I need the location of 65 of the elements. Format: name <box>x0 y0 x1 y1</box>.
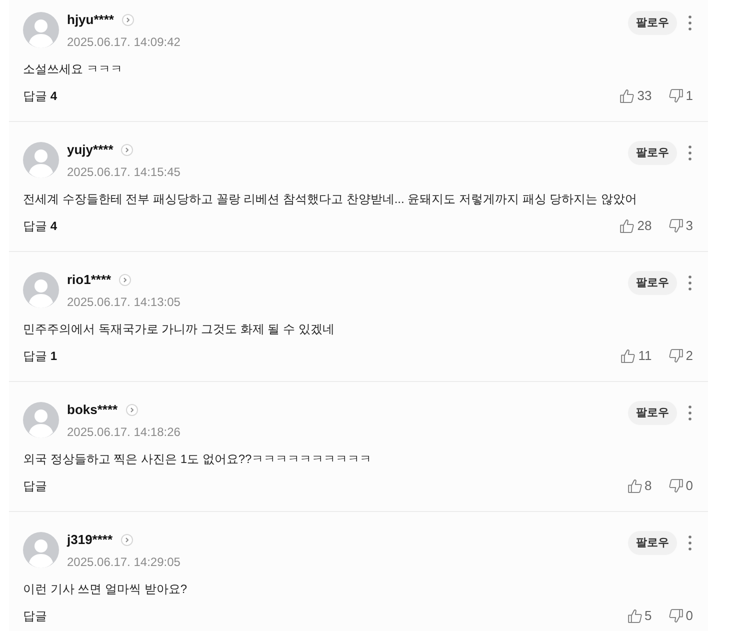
more-options-button[interactable] <box>687 15 693 31</box>
username-link[interactable]: yujy**** <box>67 142 114 158</box>
thumbs-down-icon <box>668 349 683 363</box>
dislike-button[interactable]: 1 <box>668 86 693 106</box>
comment-text: 외국 정상들하고 찍은 사진은 1도 없어요??ㅋㅋㅋㅋㅋㅋㅋㅋㅋㅋ <box>23 451 372 468</box>
comment-timestamp: 2025.06.17. 14:18:26 <box>67 425 180 439</box>
like-button[interactable]: 8 <box>628 476 652 496</box>
comment-text: 민주주의에서 독재국가로 가니까 그것도 화제 될 수 있겠네 <box>23 321 334 338</box>
username-link[interactable]: j319**** <box>67 532 113 548</box>
chevron-circle-icon[interactable] <box>122 14 134 26</box>
dislike-button[interactable]: 2 <box>668 346 693 366</box>
like-button[interactable]: 5 <box>628 606 652 626</box>
follow-button[interactable]: 팔로우 <box>628 531 677 555</box>
reply-button[interactable]: 답글 4 <box>23 216 58 236</box>
like-button[interactable]: 11 <box>621 346 652 366</box>
follow-button[interactable]: 팔로우 <box>628 141 677 165</box>
comment-timestamp: 2025.06.17. 14:09:42 <box>67 35 180 49</box>
more-icon <box>688 15 692 31</box>
chevron-circle-icon[interactable] <box>121 144 134 156</box>
comment-text: 전세계 수장들한테 전부 패싱당하고 꼴랑 리베션 참석했다고 찬양받네... 윤돼지도 저렇게까지 패싱 당하지는 않았어 <box>23 191 638 208</box>
follow-button[interactable]: 팔로우 <box>628 271 677 295</box>
thumbs-down-icon <box>668 89 683 103</box>
more-options-button[interactable] <box>687 535 693 551</box>
avatar-icon <box>23 272 59 308</box>
dislike-button[interactable]: 3 <box>668 216 693 236</box>
avatar-icon <box>23 12 59 48</box>
more-icon <box>688 535 692 551</box>
thumbs-down-icon <box>668 219 683 233</box>
follow-button[interactable]: 팔로우 <box>628 11 677 35</box>
dislike-button[interactable]: 0 <box>668 606 693 626</box>
comment-timestamp: 2025.06.17. 14:15:45 <box>67 165 180 179</box>
follow-button[interactable]: 팔로우 <box>628 401 677 425</box>
comment-text: 소설쓰세요 ㅋㅋㅋ <box>23 61 122 78</box>
reply-button[interactable]: 답글 <box>23 476 47 496</box>
chevron-circle-icon[interactable] <box>119 274 132 286</box>
thumbs-down-icon <box>668 609 683 623</box>
chevron-circle-icon[interactable] <box>126 404 138 416</box>
more-icon <box>688 275 692 291</box>
thumbs-up-icon <box>620 219 634 233</box>
comment-timestamp: 2025.06.17. 14:29:05 <box>67 555 180 569</box>
comment-text: 이런 기사 쓰면 얼마씩 받아요? <box>23 581 188 598</box>
thumbs-up-icon <box>620 89 634 103</box>
avatar-icon <box>23 142 59 178</box>
reply-button[interactable]: 답글 <box>23 606 47 626</box>
more-options-button[interactable] <box>687 145 693 161</box>
username-link[interactable]: rio1**** <box>67 272 112 288</box>
more-icon <box>688 405 692 421</box>
comment-timestamp: 2025.06.17. 14:13:05 <box>67 295 180 309</box>
username-link[interactable]: boks**** <box>67 402 118 418</box>
chevron-circle-icon[interactable] <box>120 534 133 546</box>
like-button[interactable]: 33 <box>620 86 652 106</box>
username-link[interactable]: hjyu**** <box>67 12 114 28</box>
like-button[interactable]: 28 <box>620 216 652 236</box>
thumbs-up-icon <box>628 609 642 623</box>
dislike-button[interactable]: 0 <box>668 476 693 496</box>
more-options-button[interactable] <box>687 275 693 291</box>
more-icon <box>688 145 692 161</box>
reply-button[interactable]: 답글 4 <box>23 86 58 106</box>
thumbs-up-icon <box>628 479 642 493</box>
more-options-button[interactable] <box>687 405 693 421</box>
avatar-icon <box>23 402 59 438</box>
avatar-icon <box>23 532 59 568</box>
thumbs-down-icon <box>668 479 683 493</box>
reply-button[interactable]: 답글 1 <box>23 346 58 366</box>
thumbs-up-icon <box>621 349 636 363</box>
